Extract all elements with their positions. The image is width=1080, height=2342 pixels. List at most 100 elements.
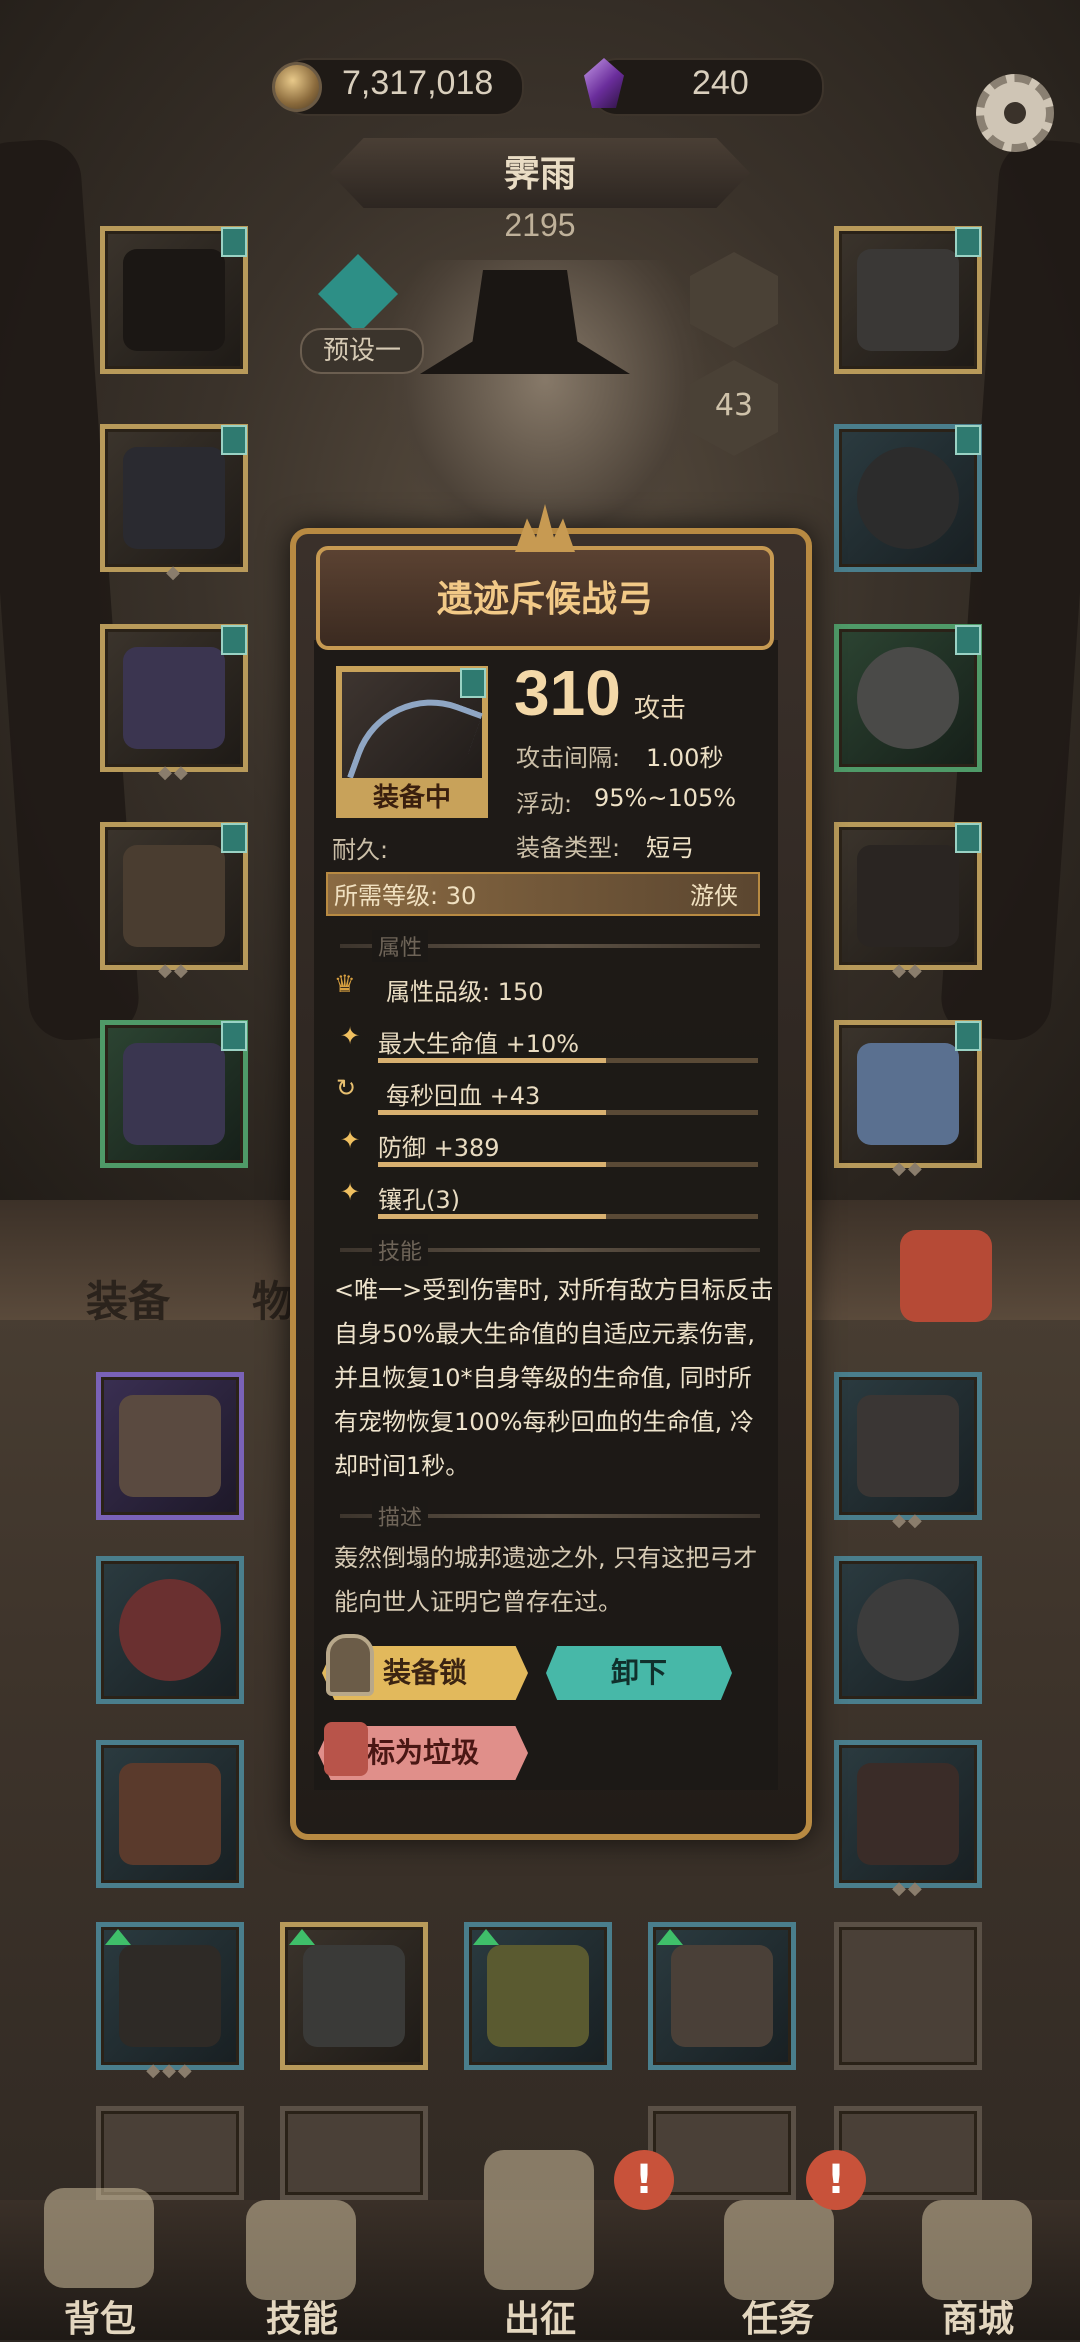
section-attributes: 属性 (372, 930, 429, 962)
equip-slot-cloak[interactable]: ◆◆ (100, 822, 248, 981)
inventory-slot[interactable] (280, 1922, 428, 2070)
inventory-slot[interactable]: ◆◆ (834, 1372, 982, 1531)
equipped-badge: 装备中 (336, 778, 488, 818)
socket-dots: ◆◆ (158, 960, 190, 981)
horn-icon (724, 2200, 834, 2300)
boots-icon (857, 1763, 959, 1865)
equip-slot-weapon[interactable]: ◆◆ (834, 822, 982, 981)
type-value: 短弓 (646, 834, 694, 862)
nav-shop[interactable]: 商城 (898, 2290, 1058, 2342)
quiver-icon (857, 1043, 959, 1145)
attribute-bar (378, 1110, 758, 1115)
required-level: 所需等级: 30 (334, 882, 477, 910)
preset-button[interactable]: 预设一 (300, 328, 424, 374)
backpack-icon (44, 2188, 154, 2288)
nav-skills[interactable]: 技能 (222, 2290, 382, 2342)
attack-value: 310 (514, 657, 621, 729)
armor-icon (123, 447, 225, 549)
socket-dots: ◆◆ (892, 1878, 924, 1899)
attribute-bar (378, 1162, 758, 1167)
slot-tag-icon (221, 1021, 247, 1051)
alert-badge-quests: ! (806, 2150, 866, 2210)
crossbow-icon (303, 1945, 405, 2047)
inventory-slot-empty[interactable] (96, 2106, 244, 2200)
regen-icon: ↻ (336, 1074, 357, 1102)
slot-tag-icon (955, 227, 981, 257)
inventory-slot-empty[interactable] (834, 1922, 982, 2070)
inventory-slot[interactable] (648, 1922, 796, 2070)
attribute-max-hp: 最大生命值 +10% (378, 1030, 580, 1058)
bow-icon (857, 845, 959, 947)
inventory-slot[interactable] (464, 1922, 612, 2070)
attribute-grade: 属性品级: 150 (386, 978, 544, 1006)
equip-slot-amulet[interactable] (834, 226, 982, 374)
socket-dots: ◆◆ (158, 762, 190, 783)
slot-tag-icon (955, 625, 981, 655)
skill-book-icon (246, 2200, 356, 2300)
socket-dots: ◆◆ (892, 1158, 924, 1179)
slot-tag-icon (221, 425, 247, 455)
equip-slot-boots[interactable] (100, 1020, 248, 1168)
inventory-slot[interactable]: ◆◆ (834, 1740, 982, 1899)
attack-interval-value: 1.00秒 (646, 744, 724, 772)
nav-quests[interactable]: 任务 (698, 2290, 858, 2342)
slot-tag-icon (221, 823, 247, 853)
gold-amount: 7,317,018 (342, 64, 494, 102)
inventory-slot[interactable] (96, 1740, 244, 1888)
upgrade-arrow-icon (105, 1929, 131, 1945)
upgrade-arrow-icon (289, 1929, 315, 1945)
sword-map-icon (484, 2150, 594, 2290)
equip-slot-offhand[interactable]: ◆◆ (834, 1020, 982, 1179)
socket-dots: ◆ (166, 562, 182, 583)
flavor-text: 轰然倒塌的城邦遗迹之外, 只有这把弓才能向世人证明它曾存在过。 (334, 1544, 758, 1616)
trash-icon[interactable] (900, 1230, 992, 1322)
equip-slot-ring-1[interactable] (834, 424, 982, 572)
equip-slot-ring-2[interactable] (834, 624, 982, 772)
durability-label: 耐久: (332, 836, 389, 864)
ring-icon (857, 647, 959, 749)
attack-unit: 攻击 (634, 694, 687, 724)
nav-expedition[interactable]: 出征 (460, 2290, 620, 2342)
vest-icon (119, 1395, 221, 1497)
socket-dots: ◆◆ (892, 960, 924, 981)
hero-power: 2195 (504, 207, 576, 243)
equip-slot-shoulder[interactable]: ◆◆ (100, 624, 248, 783)
attribute-sockets: 镶孔(3) (378, 1186, 460, 1214)
bracer-icon (857, 1395, 959, 1497)
equip-slot-helmet[interactable] (100, 226, 248, 374)
inventory-slot[interactable] (834, 1556, 982, 1704)
crown-icon: ♛ (334, 970, 356, 998)
tab-equipment[interactable]: 装备 (86, 1268, 170, 1329)
socket-dots: ◆◆ (892, 1510, 924, 1531)
inventory-slot-empty[interactable] (280, 2106, 428, 2200)
gem-amount: 240 (692, 64, 749, 102)
section-skill: 技能 (372, 1234, 429, 1266)
equip-slot-armor[interactable]: ◆ (100, 424, 248, 583)
socket-dots: ◆◆◆ (146, 2060, 194, 2081)
unequip-button[interactable]: 卸下 (546, 1646, 732, 1700)
inventory-slot[interactable] (96, 1372, 244, 1520)
shoulder-icon (123, 647, 225, 749)
settings-gear-icon[interactable] (976, 74, 1054, 152)
cloak-icon (123, 845, 225, 947)
upgrade-arrow-icon (473, 1929, 499, 1945)
star-icon: ✦ (340, 1022, 361, 1050)
float-label: 浮动: (516, 790, 573, 818)
section-description: 描述 (372, 1500, 429, 1532)
attack-interval-label: 攻击间隔: (516, 744, 621, 772)
required-class: 游侠 (690, 882, 738, 910)
star-icon: ✦ (340, 1178, 361, 1206)
upgrade-arrow-icon (657, 1929, 683, 1945)
level-value: 43 (714, 388, 754, 423)
tab-items[interactable]: 物 (252, 1268, 294, 1329)
hero-name: 霁雨 (503, 154, 576, 195)
lock-icon (326, 1634, 374, 1696)
skill-description: <唯一>受到伤害时, 对所有敌方目标反击自身50%最大生命值的自适应元素伤害, … (334, 1276, 774, 1480)
attribute-defense: 防御 +389 (378, 1134, 500, 1162)
gauntlet-icon (119, 1763, 221, 1865)
float-value: 95%~105% (594, 784, 737, 812)
inventory-slot[interactable] (96, 1556, 244, 1704)
star-icon: ✦ (340, 1126, 361, 1154)
nav-backpack[interactable]: 背包 (20, 2290, 180, 2342)
inventory-slot[interactable]: ◆◆◆ (96, 1922, 244, 2081)
